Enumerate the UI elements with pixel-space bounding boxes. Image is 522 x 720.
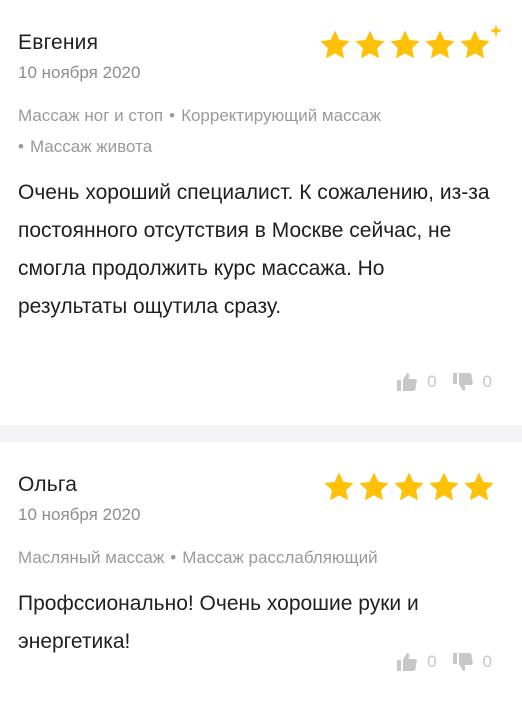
review-date: 10 ноября 2020 (18, 505, 141, 524)
review-card: Ольга 10 ноября 2020 Масляный массаж • Мас… (0, 442, 522, 712)
service-tags: Масляный массаж • Массаж расслабляющий (18, 542, 492, 573)
star-icon (460, 30, 490, 59)
star-icon (390, 30, 420, 59)
service-tag: Массаж живота (29, 137, 153, 156)
tag-separator: • (18, 137, 24, 156)
review-votes: 0 0 (397, 652, 492, 672)
star-icon (464, 472, 494, 501)
star-icon (394, 472, 424, 501)
star-icon (359, 472, 389, 501)
dislike-button[interactable]: 0 (452, 652, 492, 672)
rating-stars (322, 470, 496, 504)
tag-separator: • (169, 106, 176, 125)
like-button[interactable]: 0 (397, 372, 437, 392)
review-text: Очень хороший специалист. К сожалению, и… (18, 181, 490, 318)
review-card: Евгения 10 ноября 2020 Массаж ног и стоп… (0, 0, 522, 425)
reviews-feed: Евгения 10 ноября 2020 Массаж ног и стоп… (0, 0, 522, 720)
thumbs-down-icon (452, 653, 473, 671)
rating-stars (318, 24, 502, 62)
like-count: 0 (427, 652, 437, 671)
star-icon (355, 30, 385, 59)
like-count: 0 (427, 372, 437, 391)
sparkle-icon (490, 24, 502, 38)
service-tags: Массаж ног и стоп • Корректирующий массаж •… (18, 100, 492, 162)
review-date: 10 ноября 2020 (18, 63, 141, 82)
star-icon (425, 30, 455, 59)
review-votes: 0 0 (397, 372, 492, 392)
dislike-count: 0 (482, 652, 492, 671)
thumbs-up-icon (397, 373, 417, 391)
tag-separator: • (170, 548, 177, 567)
star-icon (429, 472, 459, 501)
thumbs-up-icon (397, 653, 417, 671)
service-tag: Масляный массаж (18, 548, 165, 567)
star-icon (324, 472, 354, 501)
review-author: Ольга (18, 473, 78, 496)
service-tag: Корректирующий массаж (181, 106, 381, 125)
dislike-count: 0 (482, 372, 492, 391)
like-button[interactable]: 0 (397, 652, 437, 672)
dislike-button[interactable]: 0 (452, 372, 492, 392)
review-divider (0, 425, 522, 442)
review-author: Евгения (18, 31, 99, 54)
star-icon (320, 30, 350, 59)
service-tag: Массаж ног и стоп (18, 106, 164, 125)
review-text: Профссионально! Очень хорошие руки и эне… (18, 592, 419, 653)
service-tag: Массаж расслабляющий (182, 548, 378, 567)
thumbs-down-icon (452, 373, 473, 391)
